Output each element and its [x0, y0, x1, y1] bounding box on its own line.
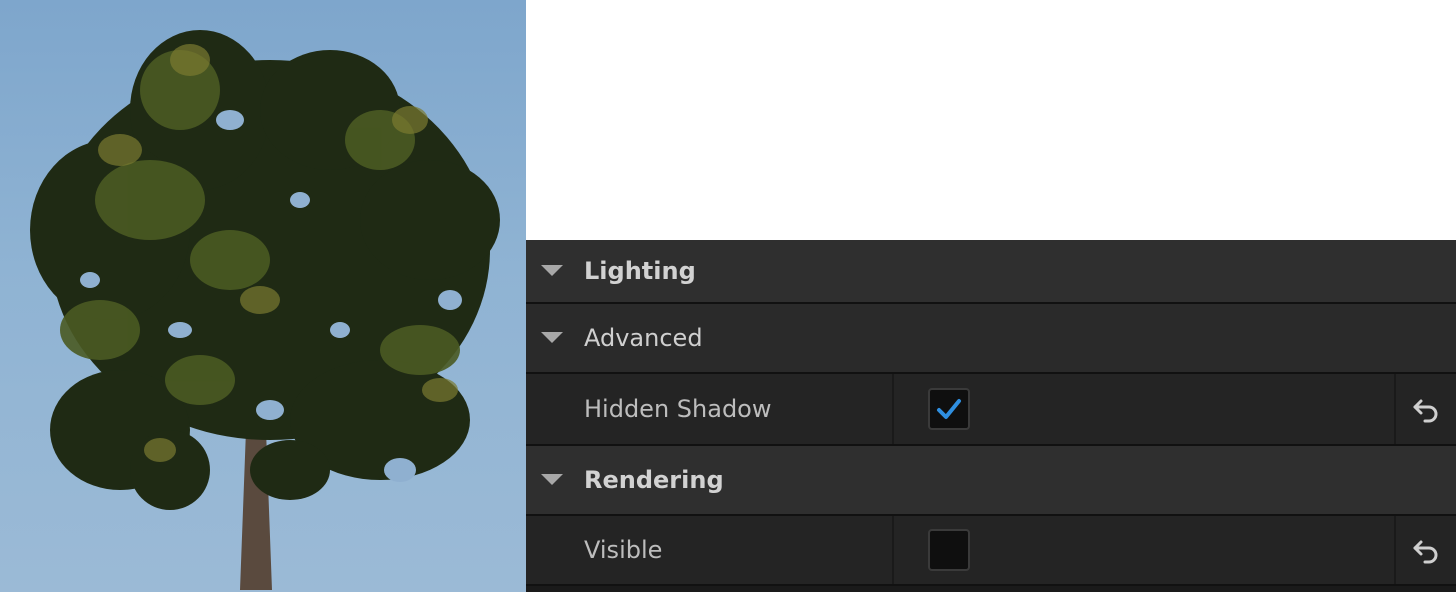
viewport-preview[interactable]: [0, 0, 526, 592]
checkmark-icon: [937, 399, 961, 419]
column-divider[interactable]: [892, 374, 894, 444]
subcategory-label: Advanced: [584, 324, 703, 352]
column-divider: [1394, 516, 1396, 584]
visible-checkbox[interactable]: [928, 529, 970, 571]
category-rendering[interactable]: Rendering: [526, 446, 1456, 516]
category-label: Lighting: [584, 257, 696, 285]
property-label: Hidden Shadow: [584, 395, 772, 423]
column-divider: [1394, 374, 1396, 444]
details-panel: Lighting Advanced Hidden Shadow Renderin…: [526, 240, 1456, 592]
property-hidden-shadow: Hidden Shadow: [526, 374, 1456, 446]
category-lighting[interactable]: Lighting: [526, 240, 1456, 304]
tree-image: [30, 30, 500, 590]
property-label: Visible: [584, 536, 663, 564]
property-visible: Visible: [526, 516, 1456, 586]
triangle-down-icon[interactable]: [541, 265, 563, 276]
reset-to-default-icon[interactable]: [1410, 536, 1442, 564]
subcategory-advanced[interactable]: Advanced: [526, 304, 1456, 374]
category-label: Rendering: [584, 466, 724, 494]
triangle-down-icon[interactable]: [541, 474, 563, 485]
triangle-down-icon[interactable]: [541, 332, 563, 343]
hidden-shadow-checkbox[interactable]: [928, 388, 970, 430]
column-divider[interactable]: [892, 516, 894, 584]
reset-to-default-icon[interactable]: [1410, 395, 1442, 423]
